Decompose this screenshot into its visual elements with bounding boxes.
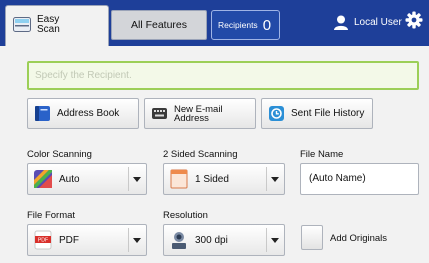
recipients-count: 0 [262,16,272,34]
dropdown-divider [266,167,267,191]
address-book-icon [35,106,50,121]
color-mode-icon [34,170,52,188]
dropdown-divider [266,228,267,252]
add-originals-label: Add Originals [330,233,388,244]
chevron-down-icon [133,238,141,243]
file-format-label: File Format [27,210,76,221]
pdf-icon: PDF [34,230,52,250]
tab-easy-scan[interactable]: Easy Scan [5,5,109,46]
file-name-field[interactable]: (Auto Name) [300,163,419,195]
two-sided-scanning-label: 2 Sided Scanning [163,149,238,160]
scanner-icon [13,17,31,32]
chevron-down-icon [271,238,279,243]
resolution-label: Resolution [163,210,208,221]
add-originals-checkbox[interactable] [301,225,323,250]
top-bar: Easy Scan All Features Recipients 0 Loca… [0,0,429,46]
file-format-value: PDF [59,234,79,246]
color-scanning-value: Auto [59,173,80,185]
sent-file-history-button[interactable]: Sent File History [261,98,373,129]
two-sided-scanning-dropdown[interactable]: 1 Sided [163,163,285,195]
address-book-button[interactable]: Address Book [27,98,139,129]
file-format-dropdown[interactable]: PDF PDF [27,224,147,256]
one-sided-icon [170,169,188,189]
recipients-button[interactable]: Recipients 0 [211,10,280,40]
svg-text:PDF: PDF [38,238,48,244]
sent-file-history-label: Sent File History [291,108,365,119]
recipients-label: Recipients [218,20,258,30]
user-icon [334,15,348,30]
tab-easy-scan-label: Easy Scan [37,14,60,35]
dropdown-divider [128,228,129,252]
tab-all-features[interactable]: All Features [111,10,207,40]
color-scanning-label: Color Scanning [27,149,92,160]
resolution-icon [172,232,186,249]
resolution-dropdown[interactable]: 300 dpi [163,224,285,256]
new-email-address-button[interactable]: New E-mail Address [144,98,256,129]
user-label: Local User [354,16,402,28]
two-sided-scanning-value: 1 Sided [195,173,229,185]
file-name-label: File Name [300,149,344,160]
recipient-input[interactable] [27,61,419,90]
new-email-address-label: New E-mail Address [174,103,223,124]
gear-icon[interactable] [405,11,423,29]
history-icon [269,106,284,121]
resolution-value: 300 dpi [195,234,228,246]
keyboard-icon [152,108,167,119]
color-scanning-dropdown[interactable]: Auto [27,163,147,195]
chevron-down-icon [271,177,279,182]
address-book-label: Address Book [57,108,120,119]
dropdown-divider [128,167,129,191]
chevron-down-icon [133,177,141,182]
user-account[interactable]: Local User [334,12,402,32]
